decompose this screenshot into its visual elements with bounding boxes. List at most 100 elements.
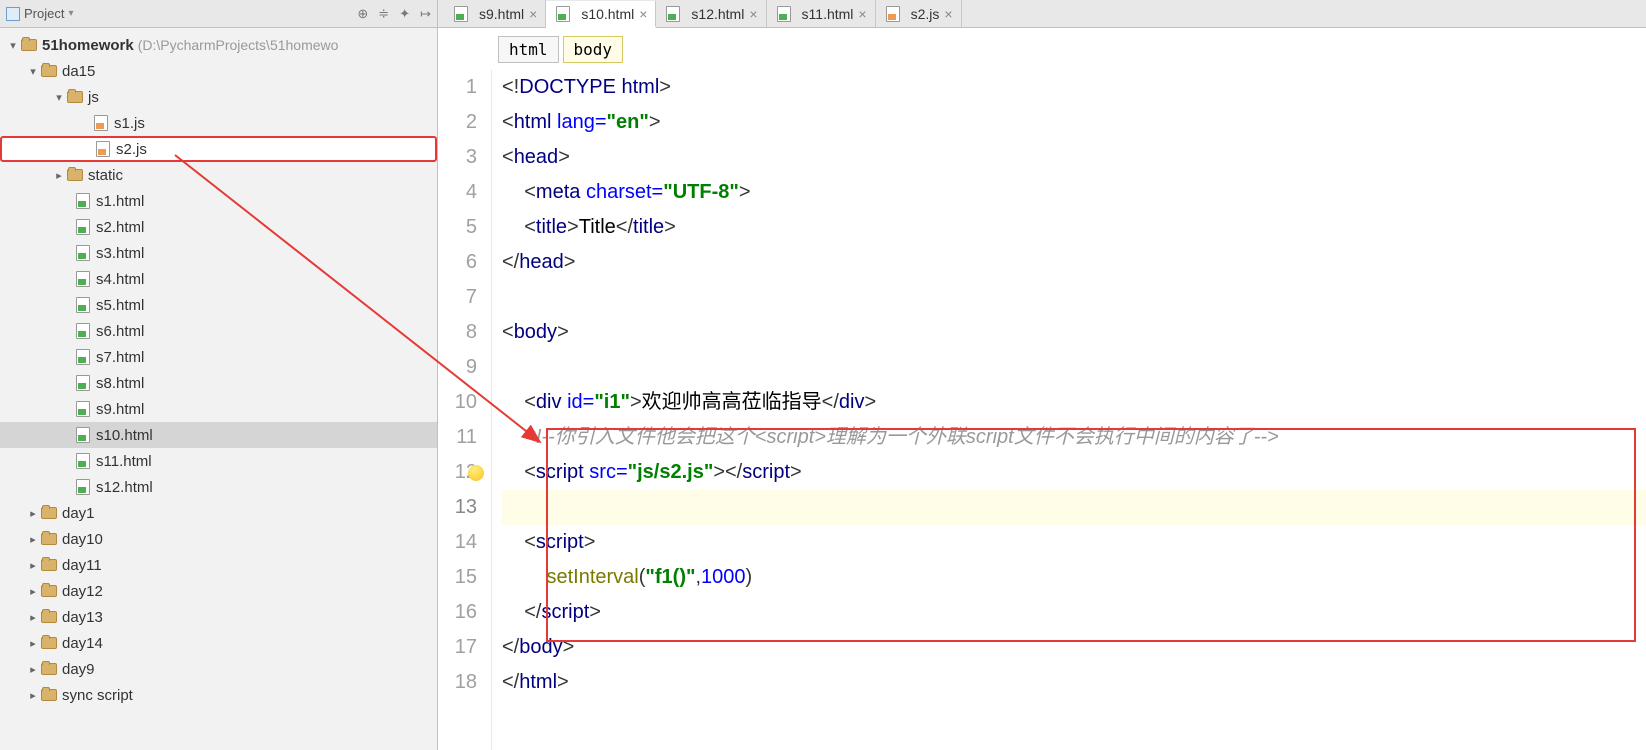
code-line[interactable] (502, 350, 1646, 385)
tree-file[interactable]: s1.js (0, 110, 437, 136)
tab-label: s9.html (479, 6, 524, 22)
line-number: 16 (438, 595, 477, 630)
code-line[interactable] (502, 490, 1646, 525)
tree-file[interactable]: s5.html (0, 292, 437, 318)
breadcrumb-item[interactable]: html (498, 36, 559, 63)
code-line[interactable]: <div id="i1">欢迎帅高高莅临指导</div> (502, 385, 1646, 420)
code-line[interactable]: <meta charset="UTF-8"> (502, 175, 1646, 210)
code-line[interactable]: <body> (502, 315, 1646, 350)
breadcrumb-item[interactable]: body (563, 36, 624, 63)
tree-file[interactable]: s12.html (0, 474, 437, 500)
js-file-icon (884, 5, 902, 23)
project-sidebar: Project ▾ ⊕ ≑ ✦ ↦ ▾51homework(D:\Pycharm… (0, 0, 438, 750)
tree-file[interactable]: s1.html (0, 188, 437, 214)
line-number: 8 (438, 315, 477, 350)
tree-root[interactable]: ▾51homework(D:\PycharmProjects\51homewo (0, 32, 437, 58)
line-number: 7 (438, 280, 477, 315)
code-line[interactable] (502, 280, 1646, 315)
code-line[interactable]: <script src="js/s2.js"></script> (502, 455, 1646, 490)
close-icon[interactable]: × (529, 6, 537, 22)
tree-file[interactable]: s3.html (0, 240, 437, 266)
line-number: 1 (438, 70, 477, 105)
tree-file[interactable]: s2.html (0, 214, 437, 240)
tab-label: s2.js (911, 6, 940, 22)
tree-file[interactable]: s11.html (0, 448, 437, 474)
intention-bulb-icon[interactable] (468, 465, 484, 481)
tree-folder[interactable]: ▸static (0, 162, 437, 188)
tree-file[interactable]: s4.html (0, 266, 437, 292)
editor-tabs: s9.html × s10.html × s12.html × s11.html… (438, 0, 1646, 28)
tree-folder[interactable]: ▸day13 (0, 604, 437, 630)
project-icon (6, 7, 20, 21)
tree-file[interactable]: s2.js (0, 136, 437, 162)
editor-main: s9.html × s10.html × s12.html × s11.html… (438, 0, 1646, 750)
code-line[interactable]: <html lang="en"> (502, 105, 1646, 140)
html-file-icon (664, 5, 682, 23)
editor-tab[interactable]: s9.html × (444, 0, 546, 27)
code-line[interactable]: </script> (502, 595, 1646, 630)
line-number: 18 (438, 665, 477, 700)
tree-file[interactable]: s10.html (0, 422, 437, 448)
tree-folder[interactable]: ▸day10 (0, 526, 437, 552)
html-file-icon (775, 5, 793, 23)
close-icon[interactable]: × (944, 6, 952, 22)
code-line[interactable]: </html> (502, 665, 1646, 700)
tree-folder[interactable]: ▸day11 (0, 552, 437, 578)
gear-icon[interactable]: ✦ (399, 6, 410, 22)
code-area[interactable]: <!DOCTYPE html><html lang="en"><head> <m… (492, 70, 1646, 750)
tree-folder[interactable]: ▸day14 (0, 630, 437, 656)
line-number: 14 (438, 525, 477, 560)
line-number: 4 (438, 175, 477, 210)
line-gutter: 123456789101112131415161718 (438, 70, 492, 750)
tree-file[interactable]: s6.html (0, 318, 437, 344)
code-line[interactable]: <!--你引入文件他会把这个<script>理解为一个外联script文件不会执… (502, 420, 1646, 455)
sidebar-header: Project ▾ ⊕ ≑ ✦ ↦ (0, 0, 437, 28)
project-tree[interactable]: ▾51homework(D:\PycharmProjects\51homewo▾… (0, 28, 437, 750)
line-number: 11 (438, 420, 477, 455)
editor-tab[interactable]: s2.js × (876, 0, 962, 27)
line-number: 3 (438, 140, 477, 175)
line-number: 2 (438, 105, 477, 140)
line-number: 17 (438, 630, 477, 665)
tree-folder[interactable]: ▸sync script (0, 682, 437, 708)
close-icon[interactable]: × (749, 6, 757, 22)
line-number: 15 (438, 560, 477, 595)
line-number: 9 (438, 350, 477, 385)
tab-label: s12.html (691, 6, 744, 22)
line-number: 10 (438, 385, 477, 420)
dropdown-icon[interactable]: ▾ (68, 8, 73, 19)
code-line[interactable]: setInterval("f1()",1000) (502, 560, 1646, 595)
layers-icon[interactable]: ≑ (378, 6, 389, 22)
html-file-icon (554, 5, 572, 23)
tree-folder[interactable]: ▾da15 (0, 58, 437, 84)
code-editor[interactable]: 123456789101112131415161718 <!DOCTYPE ht… (438, 70, 1646, 750)
tree-folder[interactable]: ▾js (0, 84, 437, 110)
editor-tab[interactable]: s11.html × (767, 0, 876, 27)
tree-file[interactable]: s7.html (0, 344, 437, 370)
code-line[interactable]: <script> (502, 525, 1646, 560)
collapse-icon[interactable]: ↦ (420, 6, 431, 22)
close-icon[interactable]: × (858, 6, 866, 22)
line-number: 6 (438, 245, 477, 280)
sidebar-title: Project (24, 6, 64, 21)
locate-icon[interactable]: ⊕ (357, 6, 368, 22)
tree-file[interactable]: s9.html (0, 396, 437, 422)
editor-tab[interactable]: s10.html × (546, 1, 656, 28)
editor-tab[interactable]: s12.html × (656, 0, 766, 27)
tab-label: s10.html (581, 6, 634, 22)
code-line[interactable]: <title>Title</title> (502, 210, 1646, 245)
breadcrumb: htmlbody (438, 28, 1646, 70)
tree-folder[interactable]: ▸day1 (0, 500, 437, 526)
line-number: 13 (438, 490, 477, 525)
code-line[interactable]: </body> (502, 630, 1646, 665)
line-number: 5 (438, 210, 477, 245)
code-line[interactable]: </head> (502, 245, 1646, 280)
tab-label: s11.html (802, 6, 854, 22)
tree-folder[interactable]: ▸day9 (0, 656, 437, 682)
tree-folder[interactable]: ▸day12 (0, 578, 437, 604)
html-file-icon (452, 5, 470, 23)
tree-file[interactable]: s8.html (0, 370, 437, 396)
code-line[interactable]: <head> (502, 140, 1646, 175)
code-line[interactable]: <!DOCTYPE html> (502, 70, 1646, 105)
close-icon[interactable]: × (639, 6, 647, 22)
